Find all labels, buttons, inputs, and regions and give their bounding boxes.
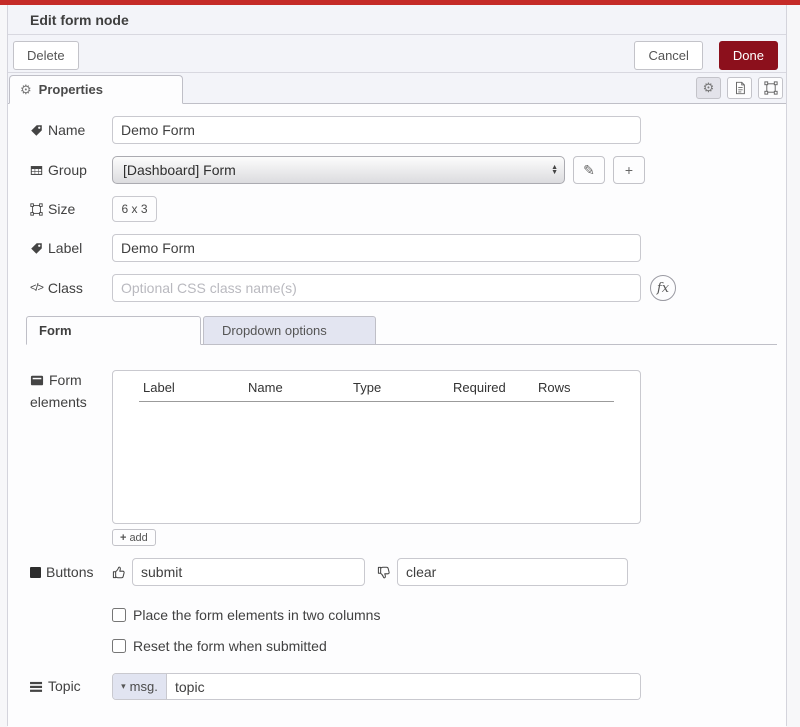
group-label: Group	[30, 162, 112, 179]
buttons-label: Buttons	[30, 564, 112, 581]
name-row: Name	[30, 116, 776, 144]
column-header-type: Type	[353, 380, 453, 395]
object-group-icon	[30, 203, 43, 216]
toolbar-right-group: Cancel Done	[634, 41, 778, 70]
object-group-icon	[764, 81, 778, 95]
dialog-title: Edit form node	[8, 5, 786, 35]
topic-typed-input: ▾ msg.	[112, 673, 641, 700]
gear-icon: ⚙	[20, 82, 32, 98]
gear-icon: ⚙	[703, 80, 715, 96]
reset-option: Reset the form when submitted	[112, 638, 776, 654]
class-label: </> Class	[30, 280, 112, 297]
table-icon	[30, 164, 43, 177]
cancel-button[interactable]: Cancel	[634, 41, 702, 70]
select-stepper-icon: ▲ ▼	[551, 165, 558, 175]
delete-button[interactable]: Delete	[13, 41, 79, 70]
column-header-label: Label	[143, 380, 248, 395]
clear-button-text-input[interactable]	[397, 558, 628, 586]
size-label: Size	[30, 201, 112, 218]
form-elements-label: Form elements	[30, 372, 112, 411]
submit-button-text-input[interactable]	[132, 558, 365, 586]
topic-input[interactable]	[167, 674, 640, 699]
properties-gear-button[interactable]: ⚙	[696, 77, 721, 99]
two-columns-option: Place the form elements in two columns	[112, 607, 776, 623]
topic-row: Topic ▾ msg.	[30, 673, 776, 700]
reset-checkbox[interactable]	[112, 639, 126, 653]
plus-icon: +	[120, 532, 126, 544]
caret-down-icon: ▾	[121, 681, 126, 692]
list-alt-icon	[30, 374, 44, 387]
tag-icon	[30, 124, 43, 137]
edit-node-tray: Edit form node Delete Cancel Done ⚙ Prop…	[7, 5, 787, 726]
group-select-value: [Dashboard] Form	[123, 162, 551, 178]
topic-label: Topic	[30, 678, 112, 695]
group-row: Group [Dashboard] Form ▲ ▼ ✎ +	[30, 156, 776, 184]
plus-icon: +	[625, 162, 633, 178]
form-elements-table-header: Label Name Type Required Rows	[113, 380, 640, 401]
properties-panel: Name Group [Dashboard] Form	[8, 104, 786, 727]
label-label: Label	[30, 240, 112, 257]
thumbs-down-icon	[377, 565, 392, 580]
editor-mode-buttons: ⚙	[696, 77, 783, 99]
dialog-tab-bar: ⚙ Properties ⚙	[8, 73, 786, 104]
column-header-rows: Rows	[538, 380, 614, 395]
tab-properties[interactable]: ⚙ Properties	[9, 75, 183, 104]
group-select[interactable]: [Dashboard] Form ▲ ▼	[112, 156, 565, 184]
column-header-required: Required	[453, 380, 538, 395]
add-group-button[interactable]: +	[613, 156, 645, 184]
tab-properties-label: Properties	[39, 82, 103, 97]
label-row: Label	[30, 234, 776, 262]
two-columns-label[interactable]: Place the form elements in two columns	[133, 607, 380, 623]
form-tab-bar: Form Dropdown options	[26, 316, 777, 345]
code-icon: </>	[30, 280, 43, 297]
class-row: </> Class fx	[30, 274, 776, 302]
reset-label[interactable]: Reset the form when submitted	[133, 638, 327, 654]
fx-icon: fx	[657, 281, 669, 296]
size-button[interactable]: 6 x 3	[112, 196, 157, 222]
form-elements-row: Form elements Label Name Type Required R…	[30, 370, 776, 546]
name-input[interactable]	[112, 116, 641, 144]
edit-group-button[interactable]: ✎	[573, 156, 605, 184]
description-button[interactable]	[727, 77, 752, 99]
two-columns-checkbox[interactable]	[112, 608, 126, 622]
column-header-name: Name	[248, 380, 353, 395]
square-icon	[30, 567, 41, 578]
topic-type-selector[interactable]: ▾ msg.	[113, 674, 167, 699]
tag-icon	[30, 242, 43, 255]
tab-form[interactable]: Form	[26, 316, 201, 345]
thumbs-up-icon	[112, 565, 127, 580]
appearance-button[interactable]	[758, 77, 783, 99]
topic-type-label: msg.	[130, 679, 158, 694]
class-input[interactable]	[112, 274, 641, 302]
form-elements-empty-list[interactable]	[113, 402, 640, 512]
dialog-toolbar: Delete Cancel Done	[8, 35, 786, 73]
pencil-icon: ✎	[583, 162, 595, 179]
size-row: Size 6 x 3	[30, 196, 776, 222]
buttons-row: Buttons	[30, 558, 776, 586]
name-label: Name	[30, 122, 112, 139]
form-elements-table: Label Name Type Required Rows	[112, 370, 641, 524]
top-red-bar	[0, 0, 800, 5]
document-icon	[733, 81, 747, 95]
done-button[interactable]: Done	[719, 41, 778, 70]
label-input[interactable]	[112, 234, 641, 262]
expression-fx-button[interactable]: fx	[650, 275, 676, 301]
add-element-button[interactable]: + add	[112, 529, 156, 546]
form-elements-editor: Label Name Type Required Rows + add	[112, 370, 641, 546]
tasks-icon	[30, 681, 43, 693]
tab-dropdown-options[interactable]: Dropdown options	[203, 316, 376, 345]
